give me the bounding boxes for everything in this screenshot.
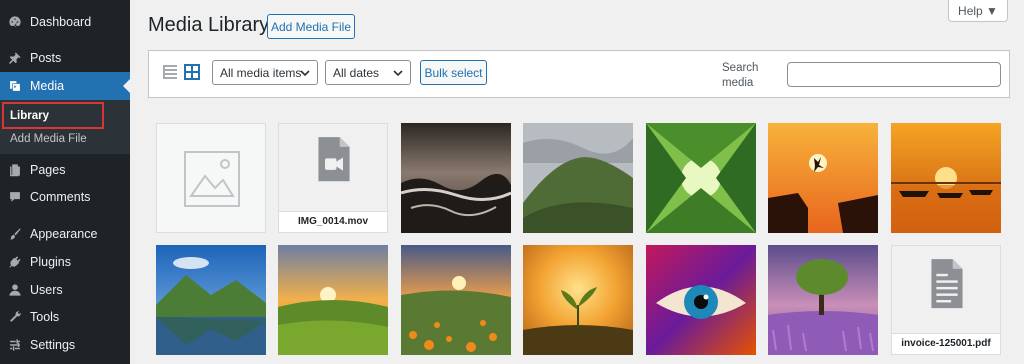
media-item-image-tree-lavender[interactable] [768, 245, 878, 355]
sidebar-item-label: Tools [30, 310, 60, 324]
admin-sidebar: Dashboard Posts Media Library Add Media … [0, 0, 130, 364]
media-type-filter-value: All media items [220, 65, 302, 80]
thumbnail-image [891, 123, 1001, 233]
list-view-icon[interactable] [162, 64, 178, 80]
video-file-icon [318, 137, 350, 182]
pages-icon [8, 163, 22, 177]
media-item-image-meadow-sunset[interactable] [278, 245, 388, 355]
sidebar-item-comments[interactable]: Comments [0, 183, 130, 211]
help-button[interactable]: Help ▼ [948, 0, 1008, 22]
thumbnail-image [156, 245, 266, 355]
chevron-down-icon [300, 70, 310, 77]
thumbnail-image [768, 123, 878, 233]
library-highlight-box [2, 102, 104, 129]
comment-icon [8, 190, 22, 204]
grid-view-icon[interactable] [184, 64, 200, 80]
sidebar-item-label: Comments [30, 190, 91, 204]
media-type-filter[interactable]: All media items [212, 60, 318, 85]
date-filter-value: All dates [333, 65, 380, 80]
sidebar-item-appearance[interactable]: Appearance [0, 220, 130, 248]
thumbnail-image [401, 245, 511, 355]
bulk-select-button[interactable]: Bulk select [420, 60, 487, 85]
thumbnail-image [768, 245, 878, 355]
thumbnail-image [278, 245, 388, 355]
sidebar-item-label: Users [30, 283, 63, 297]
pin-icon [8, 51, 22, 65]
sidebar-item-dashboard[interactable]: Dashboard [0, 8, 130, 36]
media-item-image-flower-field-sunset[interactable] [401, 245, 511, 355]
settings-icon [8, 338, 22, 352]
media-item-image-green-hill[interactable] [523, 123, 633, 233]
media-item-image-sprout-sunset[interactable] [523, 245, 633, 355]
submenu-item-add-media-file[interactable]: Add Media File [10, 133, 87, 145]
file-caption: IMG_0014.mov [279, 211, 387, 232]
sidebar-item-tools[interactable]: Tools [0, 303, 130, 331]
thumbnail-image [646, 123, 756, 233]
file-caption: invoice-125001.pdf [892, 333, 1000, 354]
thumbnail-image [401, 123, 511, 233]
sidebar-item-pages[interactable]: Pages [0, 156, 130, 184]
brush-icon [8, 227, 22, 241]
sidebar-item-label: Media [30, 79, 65, 93]
sidebar-item-label: Plugins [30, 255, 71, 269]
chevron-down-icon [393, 70, 403, 77]
page-title: Media Library [148, 14, 270, 36]
sidebar-item-users[interactable]: Users [0, 276, 130, 304]
dashboard-icon [8, 15, 22, 29]
media-item-image-mountain-lake[interactable] [156, 245, 266, 355]
thumbnail-image [646, 245, 756, 355]
search-label: Search media [722, 62, 759, 89]
date-filter[interactable]: All dates [325, 60, 411, 85]
media-item-image-boats-sunset[interactable] [891, 123, 1001, 233]
media-item-image-forest-canopy[interactable] [646, 123, 756, 233]
sidebar-item-label: Pages [30, 163, 66, 177]
media-icon [8, 79, 22, 93]
media-item-image-colorful-eye[interactable] [646, 245, 756, 355]
wrench-icon [8, 310, 22, 324]
media-item-placeholder[interactable] [156, 123, 266, 233]
sidebar-item-label: Dashboard [30, 15, 92, 29]
thumbnail-image [523, 123, 633, 233]
user-icon [8, 283, 22, 297]
media-item-document[interactable]: invoice-125001.pdf [891, 245, 1001, 355]
thumbnail-image [523, 245, 633, 355]
search-input[interactable] [787, 62, 1001, 87]
sidebar-item-plugins[interactable]: Plugins [0, 248, 130, 276]
media-item-image-stormy-sea[interactable] [401, 123, 511, 233]
media-item-video[interactable]: IMG_0014.mov [278, 123, 388, 233]
sidebar-item-label: Posts [30, 51, 62, 65]
image-placeholder-icon [184, 151, 240, 207]
sidebar-item-settings[interactable]: Settings [0, 331, 130, 359]
sidebar-item-label: Settings [30, 338, 76, 352]
plug-icon [8, 255, 22, 269]
sidebar-item-label: Appearance [30, 227, 98, 241]
sidebar-item-posts[interactable]: Posts [0, 44, 130, 72]
media-item-image-cliff-jump-sunset[interactable] [768, 123, 878, 233]
sidebar-item-media[interactable]: Media [0, 72, 130, 100]
add-media-file-button[interactable]: Add Media File [267, 14, 355, 39]
document-file-icon [931, 259, 963, 309]
